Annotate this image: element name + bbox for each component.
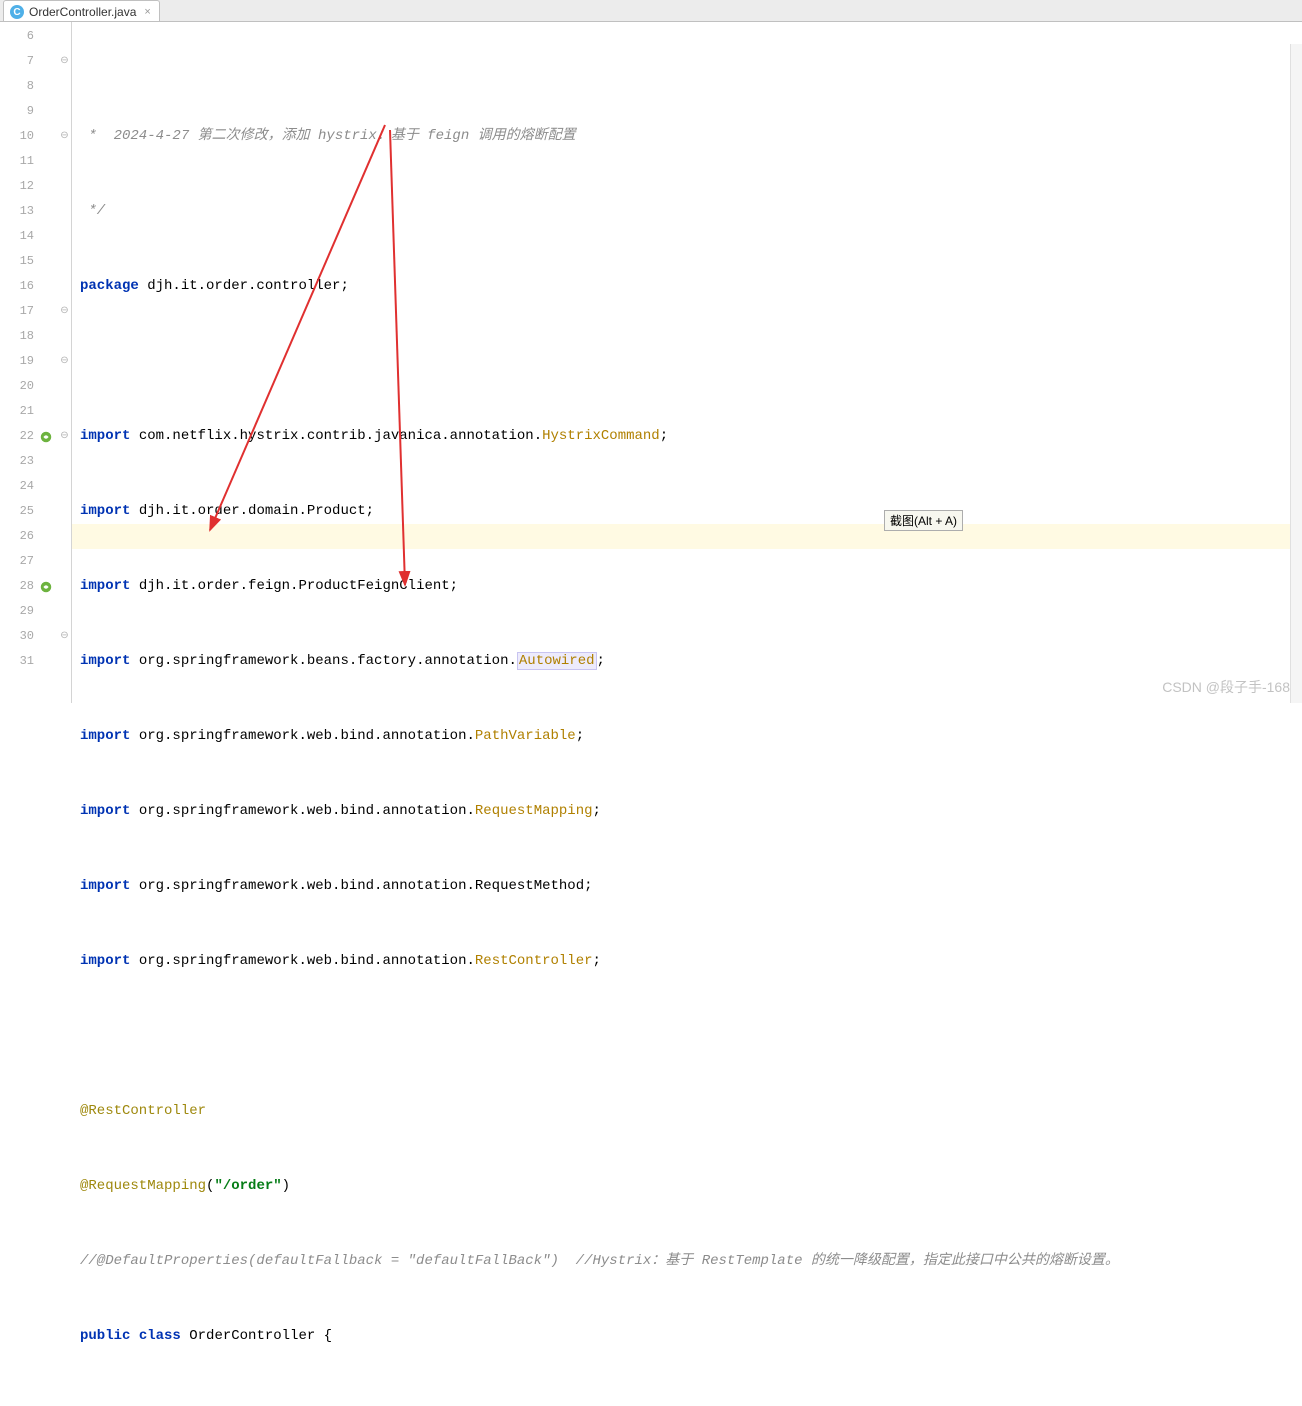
class-ref: PathVariable xyxy=(475,728,576,744)
keyword: class xyxy=(139,1328,181,1344)
keyword: public xyxy=(80,1328,130,1344)
tab-filename: OrderController.java xyxy=(29,5,136,19)
annotation: @RequestMapping xyxy=(80,1178,206,1194)
keyword: import xyxy=(80,878,130,894)
keyword: import xyxy=(80,578,130,594)
keyword: import xyxy=(80,653,130,669)
keyword: import xyxy=(80,728,130,744)
fold-gutter[interactable]: ⊖ ⊖⊖ ⊖⊖ ⊖ xyxy=(58,22,72,703)
file-tab[interactable]: C OrderController.java × xyxy=(3,0,160,21)
code-area[interactable]: * 2024-4-27 第二次修改，添加 hystrix：基于 feign 调用… xyxy=(72,22,1302,703)
comment: //@DefaultProperties(defaultFallback = "… xyxy=(80,1253,1119,1269)
watermark: CSDN @段子手-168 xyxy=(1162,677,1290,697)
code-text: djh.it.order.controller; xyxy=(139,278,349,294)
keyword: import xyxy=(80,953,130,969)
comment: */ xyxy=(80,203,105,219)
keyword: package xyxy=(80,278,139,294)
screenshot-tooltip: 截图(Alt + A) xyxy=(884,510,963,531)
class-ref: HystrixCommand xyxy=(542,428,660,444)
editor[interactable]: 678910111213 1415161718192021 2223242526… xyxy=(0,22,1302,703)
annotation: @RestController xyxy=(80,1103,206,1119)
scrollbar[interactable] xyxy=(1290,44,1302,703)
class-ref-highlighted: Autowired xyxy=(517,652,597,670)
keyword: import xyxy=(80,503,130,519)
spring-bean-icon[interactable] xyxy=(34,424,58,449)
class-ref: RequestMapping xyxy=(475,803,593,819)
line-number-gutter: 678910111213 1415161718192021 2223242526… xyxy=(0,22,34,703)
tab-bar: C OrderController.java × xyxy=(0,0,1302,22)
close-icon[interactable]: × xyxy=(144,6,150,18)
string-literal: "/order" xyxy=(214,1178,281,1194)
gutter-icons xyxy=(34,22,58,703)
comment: * 2024-4-27 第二次修改，添加 hystrix：基于 feign 调用… xyxy=(80,128,576,144)
class-decl: OrderController { xyxy=(181,1328,332,1344)
class-ref: RestController xyxy=(475,953,593,969)
keyword: import xyxy=(80,803,130,819)
spring-bean-icon[interactable] xyxy=(34,574,58,599)
keyword: import xyxy=(80,428,130,444)
java-class-icon: C xyxy=(10,5,24,19)
